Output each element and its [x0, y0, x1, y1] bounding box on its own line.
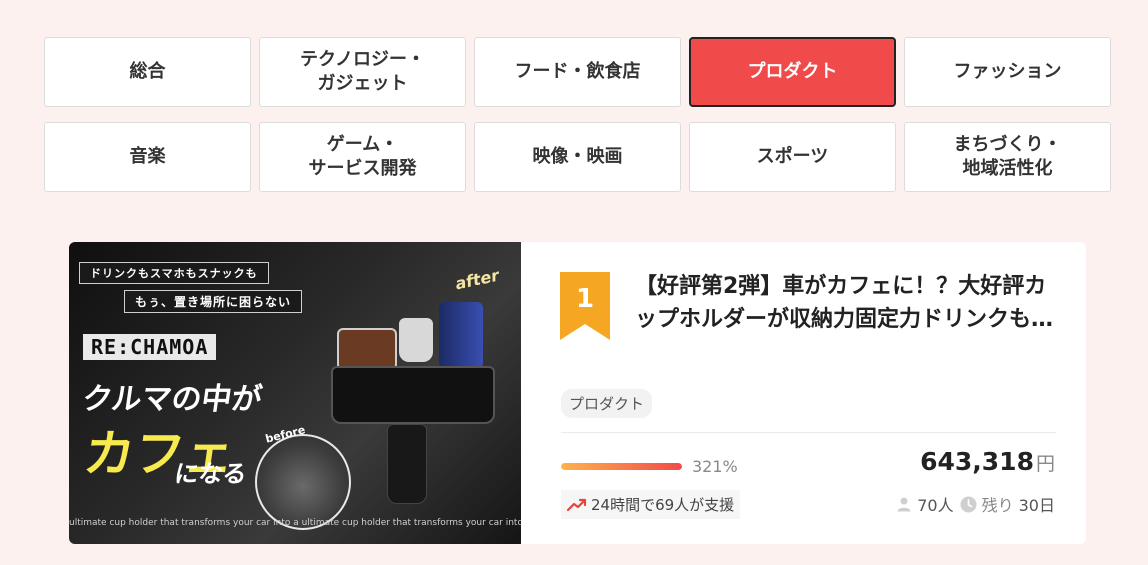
trending-up-icon — [567, 498, 587, 511]
image-headline-3: になる — [172, 460, 249, 488]
trend-text: 24時間で69人が支援 — [591, 496, 735, 514]
before-inset — [255, 434, 351, 530]
project-meta: 70人 残り 30日 — [896, 492, 1055, 516]
person-icon — [897, 497, 911, 512]
divider — [561, 432, 1056, 433]
image-tagline-1: ドリンクもスマホもスナックも — [79, 262, 269, 284]
holder-stem-graphic — [387, 424, 427, 504]
supporters-value: 70人 — [917, 496, 954, 515]
image-caption-strip: ultimate cup holder that transforms your… — [69, 518, 521, 528]
after-label: after — [453, 265, 501, 294]
remaining-value: 30日 — [1018, 496, 1055, 515]
project-card[interactable]: ドリンクもスマホもスナックも もぅ、置き場所に困らない RE:CHAMOA クル… — [69, 242, 1086, 544]
category-button-1[interactable]: テクノロジー・ ガジェット — [259, 37, 466, 107]
cup-graphic — [399, 318, 433, 362]
amount-value: 643,318 — [920, 447, 1034, 476]
category-tag[interactable]: プロダクト — [561, 389, 653, 418]
category-button-5[interactable]: 音楽 — [44, 122, 251, 192]
category-grid: 総合 テクノロジー・ ガジェット フード・飲食店 プロダクト ファッション音楽 ゲーム・ … — [44, 37, 1111, 192]
funding-amount: 643,318 円 — [920, 447, 1055, 476]
supporters-count: 70人 — [896, 492, 954, 516]
category-button-8[interactable]: スポーツ — [689, 122, 896, 192]
funding-percent: 321% — [692, 457, 738, 476]
category-button-4[interactable]: ファッション — [904, 37, 1111, 107]
remaining-days: 残り 30日 — [960, 492, 1055, 516]
category-button-9[interactable]: まちづくり・ 地域活性化 — [904, 122, 1111, 192]
rank-number: 1 — [575, 284, 595, 314]
project-info: 1 【好評第2弾】車がカフェに！？大好評カップホルダーが収納力固定力ドリンクもス… — [521, 242, 1086, 544]
funding-progress-fill — [561, 463, 682, 470]
category-button-0[interactable]: 総合 — [44, 37, 251, 107]
category-button-3[interactable]: プロダクト — [689, 37, 896, 107]
rank-badge: 1 — [560, 272, 610, 340]
category-button-2[interactable]: フード・飲食店 — [474, 37, 681, 107]
category-button-6[interactable]: ゲーム・ サービス開発 — [259, 122, 466, 192]
remaining-label: 残り — [981, 496, 1014, 515]
clock-icon — [960, 496, 977, 512]
trend-badge: 24時間で69人が支援 — [561, 490, 741, 519]
category-button-7[interactable]: 映像・映画 — [474, 122, 681, 192]
funding-progress-bar — [561, 463, 682, 470]
image-tagline-2: もぅ、置き場所に困らない — [124, 290, 303, 313]
can-graphic — [439, 302, 483, 372]
project-title[interactable]: 【好評第2弾】車がカフェに！？大好評カップホルダーが収納力固定力ドリンクもスマホ… — [635, 270, 1059, 336]
project-thumbnail[interactable]: ドリンクもスマホもスナックも もぅ、置き場所に困らない RE:CHAMOA クル… — [69, 242, 521, 544]
image-headline-1: クルマの中が — [80, 382, 265, 417]
amount-currency: 円 — [1035, 453, 1055, 475]
holder-graphic — [331, 366, 495, 424]
brand-logo: RE:CHAMOA — [83, 334, 217, 360]
